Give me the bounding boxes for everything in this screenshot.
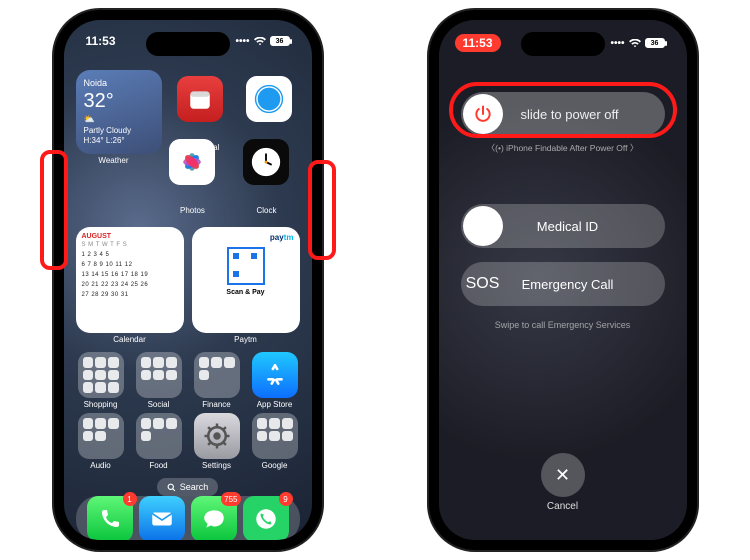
status-icons: •••• 36 <box>610 34 664 52</box>
status-time: 11:53 <box>455 34 501 52</box>
calendar-widget[interactable]: AUGUST S M T W T F S 1 2 3 4 5 6 7 8 9 1… <box>76 227 184 333</box>
weather-widget[interactable]: Noida 32° ⛅ Partly Cloudy H:34° L:26° <box>76 70 162 154</box>
wifi-icon <box>254 37 266 46</box>
app-messages[interactable]: 755 <box>191 496 237 540</box>
emergency-label: Emergency Call <box>505 277 665 292</box>
safari-icon <box>246 76 292 122</box>
app-phone[interactable]: 1 <box>87 496 133 540</box>
calendar-month: AUGUST <box>82 233 178 240</box>
dynamic-island <box>521 32 605 56</box>
app-clock[interactable]: Clock <box>233 133 299 217</box>
phone-left-homescreen: 11:53 •••• 36 Noida 32° ⛅ Partly Cloudy … <box>54 10 322 550</box>
emergency-sos-slider[interactable]: SOS Emergency Call <box>461 262 665 306</box>
weather-cond-icon: ⛅ <box>84 114 95 125</box>
phone-badge: 1 <box>123 492 137 506</box>
signal-icon: •••• <box>235 36 249 47</box>
weather-city: Noida <box>84 78 108 89</box>
app-mail[interactable] <box>139 496 185 540</box>
whatsapp-badge: 9 <box>279 492 293 506</box>
weather-range: H:34° L:26° <box>84 136 125 146</box>
mail-icon <box>139 496 185 540</box>
qr-icon <box>227 247 265 285</box>
paytm-logo: paytm <box>270 233 294 242</box>
battery-icon: 36 <box>645 38 665 48</box>
medical-id-slider[interactable]: ✱ Medical ID <box>461 204 665 248</box>
clock-icon <box>243 139 289 185</box>
folder-google[interactable]: Google <box>250 413 300 470</box>
folder-food[interactable]: Food <box>134 413 184 470</box>
spotlight-search[interactable]: Search <box>157 478 219 496</box>
dock: 1 755 9 <box>76 496 300 540</box>
medical-id-label: Medical ID <box>505 219 665 234</box>
folder-social[interactable]: Social <box>134 352 184 409</box>
findable-hint[interactable]: 〈(•) iPhone Findable After Power Off 〉 <box>487 142 639 154</box>
app-whatsapp[interactable]: 9 <box>243 496 289 540</box>
folder-audio[interactable]: Audio <box>76 413 126 470</box>
medical-id-icon: ✱ <box>463 206 503 246</box>
settings-icon <box>194 413 240 459</box>
search-icon <box>167 483 176 492</box>
status-time: 11:53 <box>86 34 116 48</box>
fantastical-icon <box>177 76 223 122</box>
folder-shopping[interactable]: Shopping <box>76 352 126 409</box>
power-icon <box>463 94 503 134</box>
app-settings[interactable]: Settings <box>192 413 242 470</box>
folder-finance[interactable]: Finance <box>192 352 242 409</box>
cancel-label: Cancel <box>547 501 578 512</box>
battery-icon: 36 <box>270 36 290 46</box>
phone-right-poweroff: 11:53 •••• 36 slide to power off 〈(•) iP… <box>429 10 697 550</box>
photos-icon <box>169 139 215 185</box>
power-off-slider[interactable]: slide to power off <box>461 92 665 136</box>
weather-condition: Partly Cloudy <box>84 126 132 136</box>
app-appstore[interactable]: App Store <box>250 352 300 409</box>
annotation-side-button <box>308 160 336 260</box>
paytm-widget[interactable]: paytm Scan & Pay <box>192 227 300 333</box>
app-photos[interactable]: Photos <box>159 133 225 217</box>
signal-icon: •••• <box>610 38 624 49</box>
swipe-hint: Swipe to call Emergency Services <box>495 320 631 330</box>
weather-temp: 32° <box>84 89 114 114</box>
power-off-label: slide to power off <box>505 107 665 122</box>
close-icon: ✕ <box>555 465 570 486</box>
sos-icon: SOS <box>463 264 503 304</box>
appstore-icon <box>252 352 298 398</box>
messages-badge: 755 <box>221 492 240 506</box>
dynamic-island <box>146 32 230 56</box>
paytm-action: Scan & Pay <box>198 289 294 296</box>
cancel-button[interactable]: ✕ <box>541 453 585 497</box>
wifi-icon <box>629 39 641 48</box>
status-icons: •••• 36 <box>235 34 289 48</box>
